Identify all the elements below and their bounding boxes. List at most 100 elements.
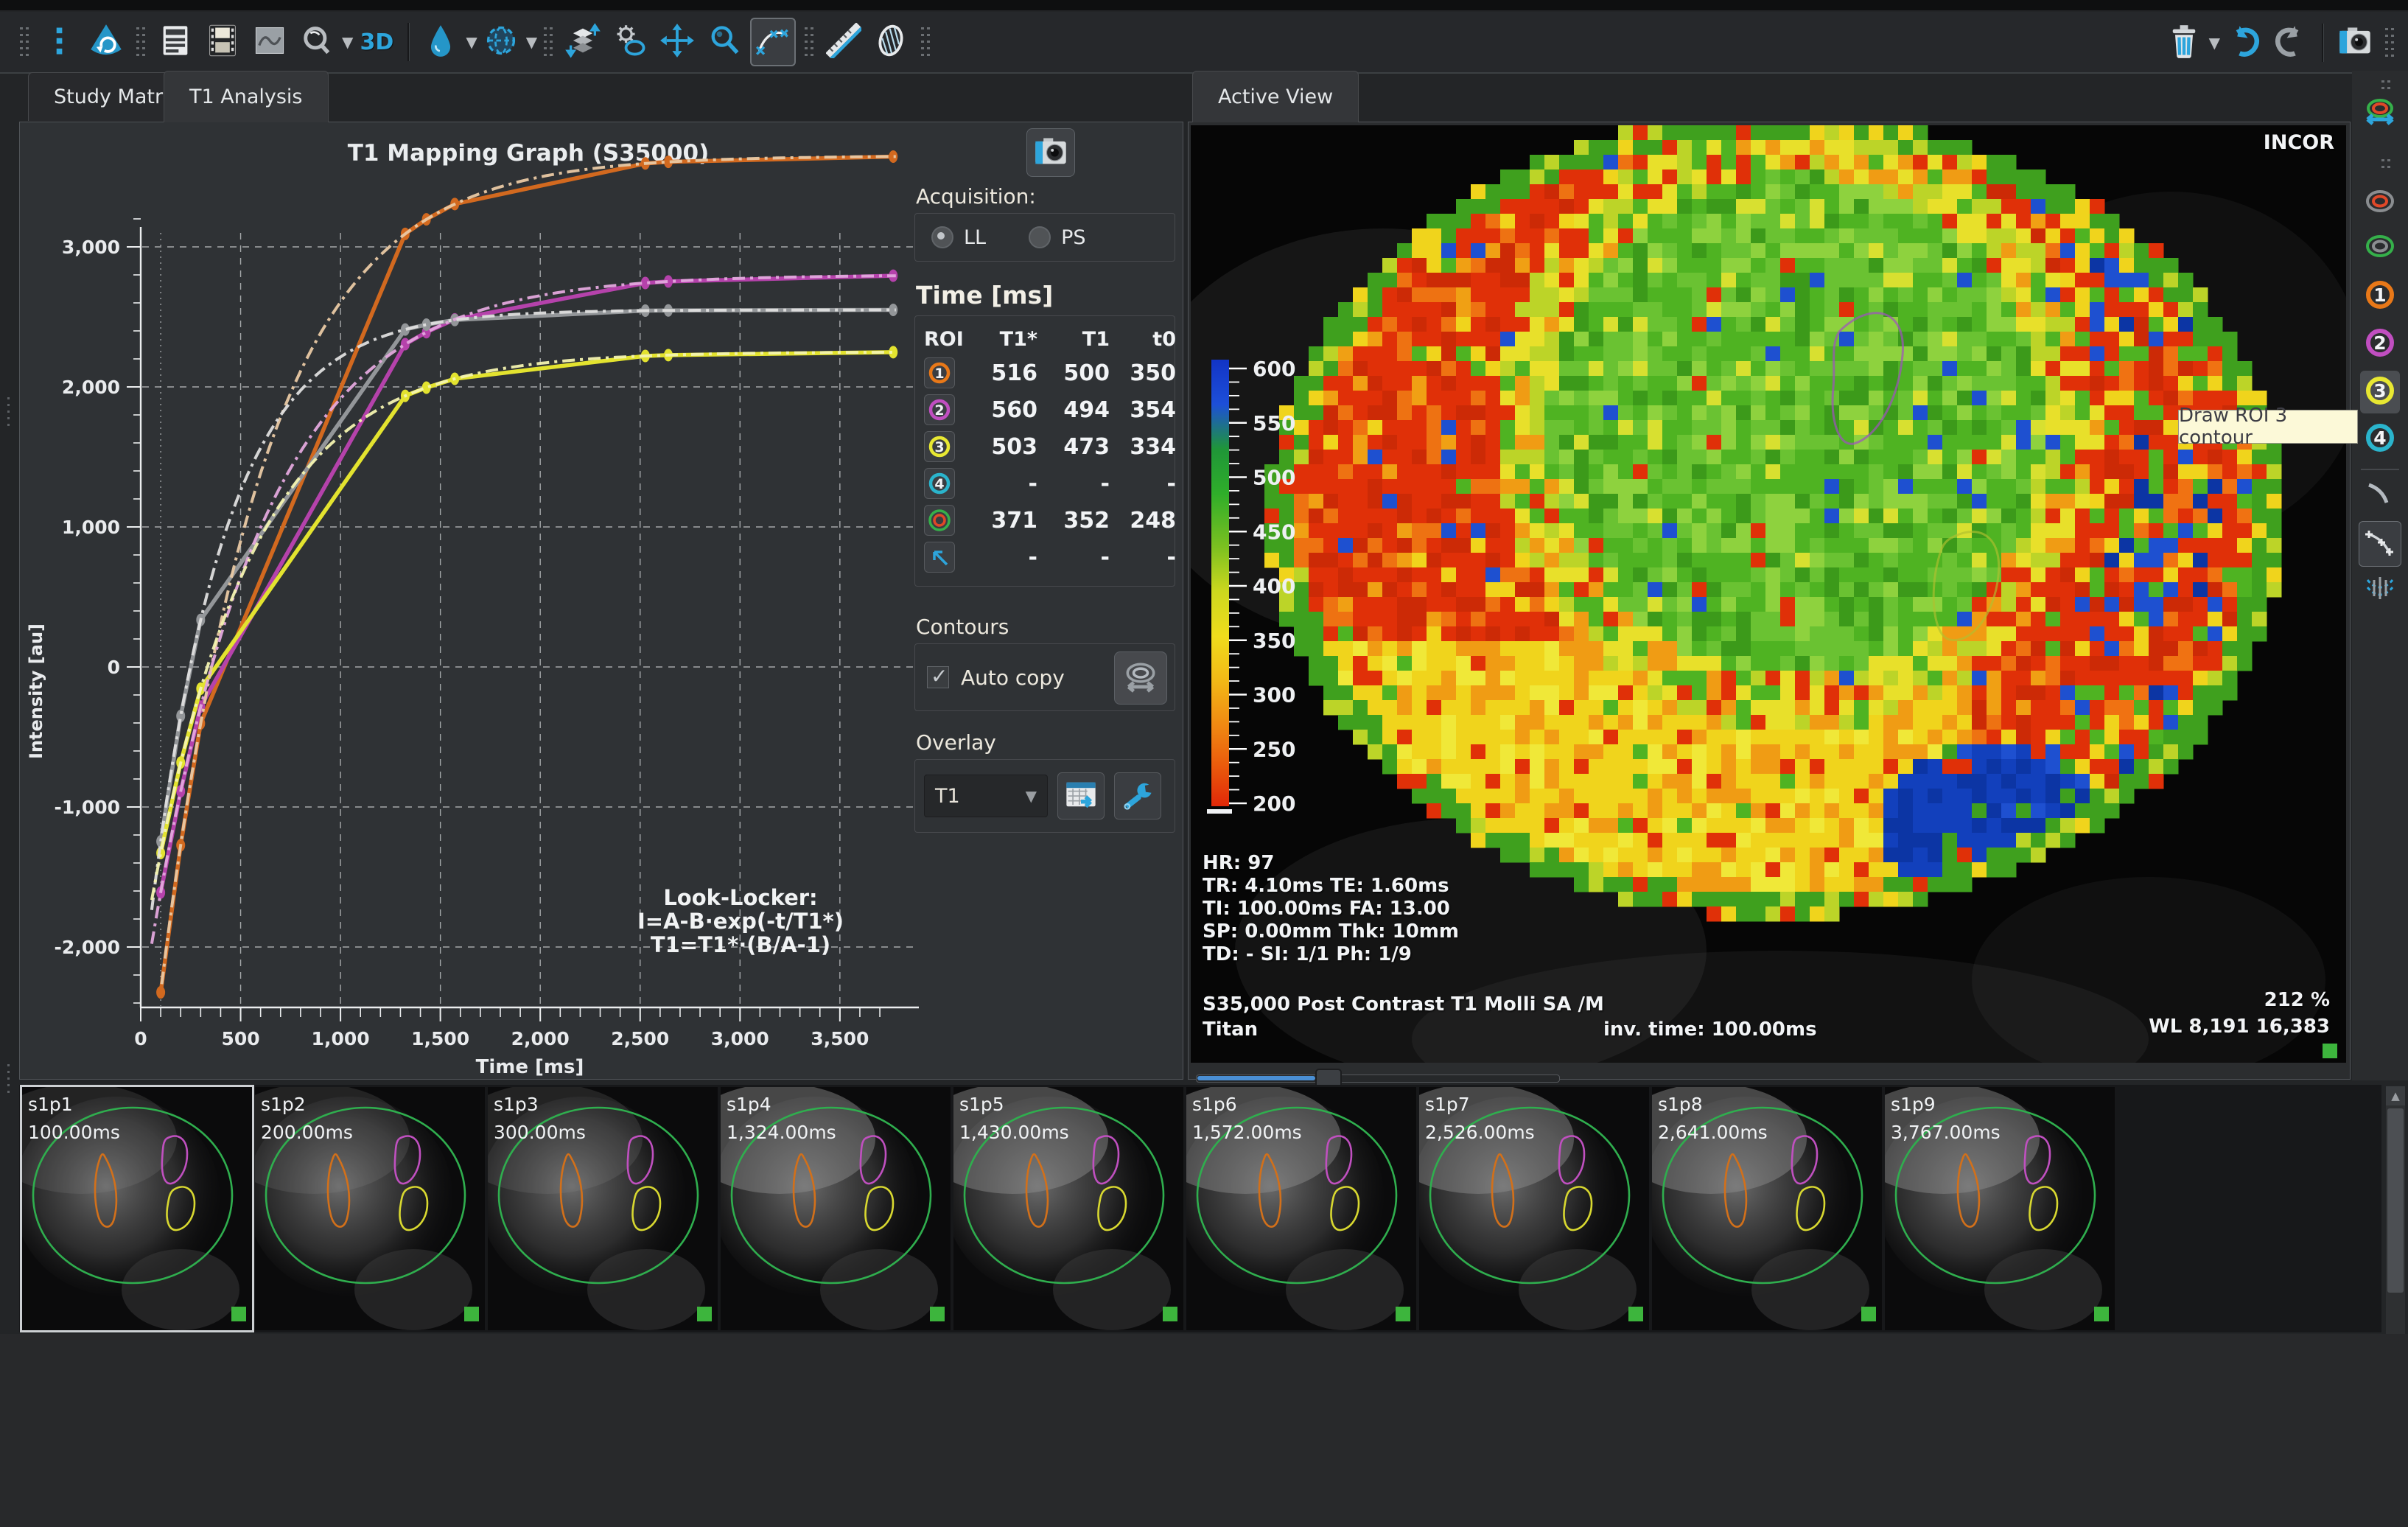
scrollbar-thumb[interactable] [2387, 1108, 2404, 1293]
sidebar-divider [2361, 469, 2399, 470]
report-button[interactable] [154, 19, 197, 65]
thumbnail-s1p7[interactable]: s1p72,526.00ms [1419, 1087, 1649, 1330]
globe-button[interactable] [480, 19, 522, 65]
auto-copy-checkbox[interactable] [927, 666, 949, 688]
toolbar-grip[interactable] [804, 23, 814, 61]
toolbar-grip[interactable] [920, 23, 931, 61]
t1-value: 500 [1037, 360, 1110, 386]
gear-ellipse-button[interactable] [609, 19, 651, 65]
globe-icon [483, 23, 519, 61]
redo-button[interactable] [2269, 20, 2312, 66]
roi-1-row-icon[interactable]: 1 [924, 357, 955, 388]
pointer-row-icon[interactable] [924, 542, 955, 573]
sidebar-grip[interactable] [2381, 79, 2391, 94]
roi-2-row-icon[interactable]: 2 [924, 394, 955, 425]
move-button[interactable] [656, 19, 699, 65]
chevron-down-icon[interactable]: ▼ [526, 33, 537, 51]
sidebar-roi-3-button[interactable]: 3 [2360, 371, 2400, 413]
sidebar-epi-contour-tool[interactable] [2363, 229, 2397, 266]
info-tr-te: TR: 4.10ms TE: 1.60ms [1203, 875, 1459, 898]
zoom-level: 212 % [2264, 989, 2330, 1011]
layers-icon [565, 23, 601, 61]
radio-ll[interactable] [931, 226, 953, 248]
active-view-panel: 600550500450400350300250200 INCOR HR: 97… [1188, 122, 2351, 1080]
radio-ps-label: PS [1061, 226, 1085, 249]
left-splitter-grip[interactable] [4, 1061, 13, 1095]
svg-text:2,641.00ms: 2,641.00ms [1658, 1122, 1768, 1143]
sidebar-grip[interactable] [2381, 158, 2391, 172]
camera-button[interactable] [2334, 20, 2376, 66]
overlay-export-button[interactable] [1057, 772, 1105, 820]
tab-active-view[interactable]: Active View [1192, 71, 1359, 122]
thumbnail-s1p2[interactable]: s1p2200.00ms [255, 1087, 485, 1330]
col-roi: ROI [924, 328, 971, 351]
roi-table-row: 1516500350 [924, 354, 1166, 391]
roi-4-row-icon[interactable]: 4 [924, 468, 955, 499]
empty-workspace-area [0, 1334, 2408, 1527]
undo-button[interactable] [2222, 20, 2265, 66]
thumbnail-s1p3[interactable]: s1p3300.00ms [488, 1087, 718, 1330]
svg-text:300.00ms: 300.00ms [494, 1122, 586, 1143]
sidebar-roi-2-button[interactable]: 2 [2363, 326, 2397, 363]
curve-tool-icon [2363, 475, 2397, 511]
roi-4-icon: 4 [2363, 421, 2397, 458]
roi-table-row: 3503473334 [924, 428, 1166, 465]
chevron-down-icon[interactable]: ▼ [2209, 34, 2220, 52]
roi-3-row-icon[interactable]: 3 [924, 431, 955, 462]
curve-points-button[interactable] [750, 18, 796, 66]
layers-button[interactable] [561, 19, 604, 65]
slider-fill [1197, 1076, 1315, 1080]
toolbar-grip[interactable] [543, 23, 553, 61]
q-search-icon [299, 23, 335, 61]
frame-slider[interactable] [1196, 1069, 1558, 1086]
thumbnail-s1p6[interactable]: s1p61,572.00ms [1186, 1087, 1416, 1330]
sidebar-roi-4-button[interactable]: 4 [2363, 421, 2397, 458]
sidebar-curve-tool-tool[interactable] [2363, 475, 2397, 511]
chevron-down-icon[interactable]: ▼ [342, 33, 353, 51]
thumbnail-s1p4[interactable]: s1p41,324.00ms [721, 1087, 951, 1330]
filmstrip-button[interactable] [201, 19, 244, 65]
q-search-button[interactable] [295, 19, 338, 65]
sidebar-endo-contour-tool[interactable] [2363, 184, 2397, 221]
thumbnail-s1p5[interactable]: s1p51,430.00ms [953, 1087, 1183, 1330]
menu-dots-button[interactable] [38, 19, 80, 65]
magnifier-button[interactable] [703, 19, 746, 65]
toolbar-grip[interactable] [2384, 24, 2395, 62]
overlay-settings-button[interactable] [1114, 772, 1161, 820]
trash-button[interactable] [2163, 20, 2205, 66]
ruler-button[interactable] [822, 19, 865, 65]
image-frame-button[interactable] [248, 19, 291, 65]
t1star-value: - [971, 545, 1037, 570]
overlay-select[interactable]: T1 ▼ [924, 775, 1048, 817]
thumbnail-s1p8[interactable]: s1p82,641.00ms [1652, 1087, 1882, 1330]
sidebar-draw-contour-tool-tool[interactable] [2359, 521, 2401, 567]
droplet-button[interactable] [419, 19, 462, 65]
thumbnail-s1p9[interactable]: s1p93,767.00ms [1885, 1087, 2115, 1330]
svg-text:550: 550 [1253, 411, 1295, 436]
tab-t1-analysis[interactable]: T1 Analysis [164, 71, 329, 122]
scroll-up-arrow[interactable]: ▲ [2386, 1086, 2405, 1105]
sidebar-spline-pins-tool-tool[interactable] [2363, 571, 2397, 608]
left-splitter-grip[interactable] [4, 394, 13, 428]
copy-contours-button[interactable] [1114, 651, 1167, 705]
myocardium-row-icon[interactable] [924, 505, 955, 536]
chevron-down-icon[interactable]: ▼ [466, 33, 477, 51]
auto-copy-label: Auto copy [961, 665, 1065, 690]
sidebar-roi-1-button[interactable]: 1 [2363, 278, 2397, 315]
svg-text:-1,000: -1,000 [55, 797, 120, 818]
contours-group: Auto copy [914, 643, 1175, 711]
svg-text:T1=T1*·(B/A-1): T1=T1*·(B/A-1) [651, 932, 830, 957]
toolbar-grip[interactable] [136, 23, 146, 61]
radio-ps[interactable] [1029, 226, 1051, 248]
svg-text:s1p1: s1p1 [28, 1094, 73, 1115]
app-rotate-button[interactable] [85, 19, 127, 65]
active-view-image[interactable]: 600550500450400350300250200 INCOR HR: 97… [1191, 125, 2346, 1063]
hatched-ellipse-button[interactable] [869, 19, 912, 65]
thumbnail-s1p1[interactable]: s1p1100.00ms [22, 1087, 252, 1330]
svg-text:3: 3 [2373, 380, 2386, 402]
snapshot-button[interactable] [1026, 128, 1075, 177]
three-d-button[interactable]: 3D [355, 19, 398, 65]
toolbar-grip[interactable] [19, 23, 29, 61]
t0-value: 248 [1110, 508, 1176, 534]
sidebar-copy-contours-tool[interactable] [2363, 95, 2397, 132]
